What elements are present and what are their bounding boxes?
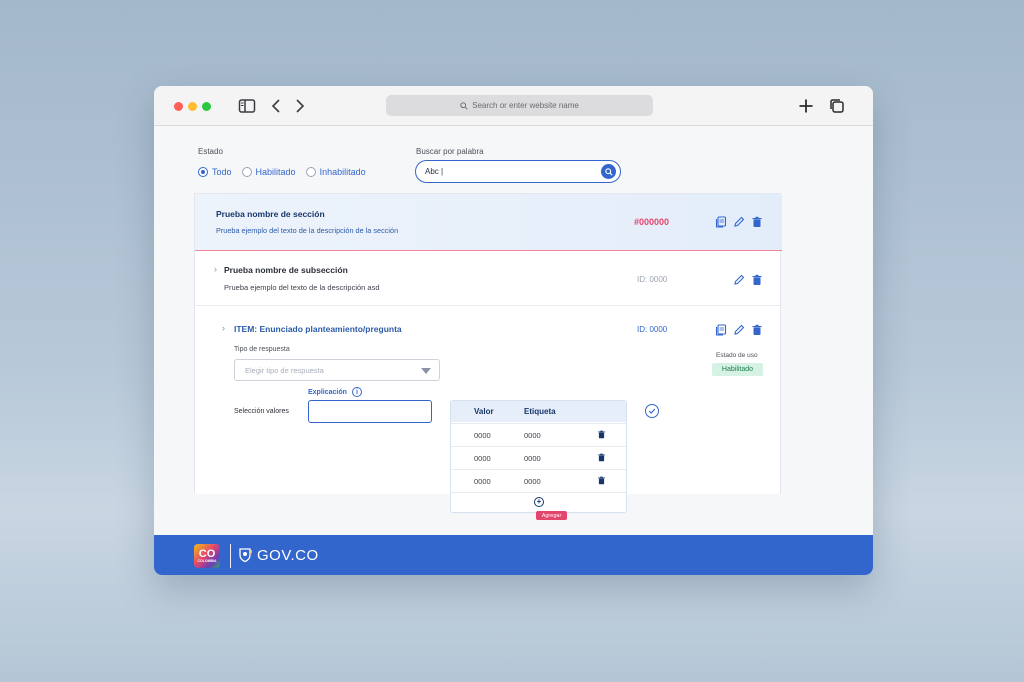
section-description: Prueba ejemplo del texto de la descripci…: [216, 226, 399, 235]
edit-icon[interactable]: [733, 216, 745, 228]
subsection-chevron-icon[interactable]: ›: [214, 264, 217, 274]
confirm-check-icon[interactable]: [645, 404, 659, 418]
cell-etiqueta: 0000: [524, 477, 541, 486]
radio-todo[interactable]: Todo: [198, 167, 232, 177]
radio-habilitado-circle[interactable]: [241, 167, 252, 177]
table-row: 0000 0000: [451, 423, 626, 446]
forward-icon[interactable]: [290, 97, 308, 115]
table-row: 0000 0000: [451, 469, 626, 492]
column-header-valor: Valor: [474, 407, 494, 416]
back-icon[interactable]: [268, 97, 286, 115]
cell-valor: 0000: [474, 477, 491, 486]
section-panel: Prueba nombre de sección Prueba ejemplo …: [194, 193, 782, 520]
add-button[interactable]: Agregar: [536, 511, 567, 520]
values-table-header: Valor Etiqueta: [451, 401, 626, 422]
item-title: ITEM: Enunciado planteamiento/pregunta: [234, 324, 402, 334]
radio-habilitado-label: Habilitado: [255, 167, 296, 177]
cell-etiqueta: 0000: [524, 431, 541, 440]
tipo-respuesta-placeholder: Elegir tipo de respuesta: [245, 365, 324, 375]
status-badge: Habilitado: [712, 363, 763, 376]
cell-valor: 0000: [474, 454, 491, 463]
search-label: Buscar por palabra: [416, 147, 484, 156]
copy-icon[interactable]: [715, 216, 727, 228]
page-content: Estado Todo Habilitado Inhabilitado Busc…: [154, 127, 873, 535]
search-button[interactable]: [601, 164, 616, 179]
copy-icon[interactable]: [715, 324, 727, 336]
column-header-etiqueta: Etiqueta: [524, 407, 556, 416]
explicacion-input[interactable]: [308, 400, 432, 423]
radio-inhabilitado-label: Inhabilitado: [319, 167, 366, 177]
co-colombia-logo: CO COLOMBIA: [194, 544, 220, 568]
trash-icon[interactable]: [751, 274, 763, 286]
minimize-window-button[interactable]: [188, 102, 197, 111]
radio-habilitado[interactable]: Habilitado: [241, 167, 296, 177]
add-icon[interactable]: +: [534, 497, 544, 507]
search-icon: [460, 101, 468, 110]
maximize-window-button[interactable]: [202, 102, 211, 111]
chevron-down-icon: [421, 368, 431, 374]
subsection-id: ID: 0000: [637, 275, 668, 284]
info-icon[interactable]: i: [352, 387, 362, 397]
gov-footer: CO COLOMBIA GOV.CO: [154, 535, 873, 575]
search-input-value: Abc |: [425, 167, 444, 176]
address-placeholder: Search or enter website name: [472, 101, 579, 110]
trash-icon[interactable]: [597, 476, 606, 485]
gov-co-logo-text: GOV.CO: [257, 547, 319, 564]
new-tab-icon[interactable]: [797, 97, 815, 115]
estado-radio-group: Todo Habilitado Inhabilitado: [198, 167, 366, 177]
radio-todo-circle[interactable]: [198, 167, 208, 177]
radio-inhabilitado-circle[interactable]: [305, 167, 316, 177]
cell-etiqueta: 0000: [524, 454, 541, 463]
tabs-overview-icon[interactable]: [828, 97, 846, 115]
trash-icon[interactable]: [751, 216, 763, 228]
co-logo-text: CO: [198, 547, 216, 560]
search-input[interactable]: Abc |: [415, 160, 621, 183]
browser-titlebar: Search or enter website name: [154, 86, 873, 126]
close-window-button[interactable]: [174, 102, 183, 111]
item-chevron-icon[interactable]: ›: [222, 323, 225, 333]
section-code: #000000: [634, 217, 670, 227]
address-bar[interactable]: Search or enter website name: [386, 95, 653, 116]
item-id: ID: 0000: [637, 325, 668, 334]
explicacion-label: Explicación: [308, 389, 347, 396]
estado-label: Estado: [198, 147, 223, 156]
estado-uso-label: Estado de uso: [716, 352, 758, 359]
footer-separator: [230, 544, 231, 568]
tipo-respuesta-select[interactable]: Elegir tipo de respuesta: [234, 359, 440, 381]
subsection-description: Prueba ejemplo del texto de la descripci…: [224, 283, 380, 292]
sidebar-icon[interactable]: [238, 97, 256, 115]
section-title: Prueba nombre de sección: [216, 209, 325, 219]
trash-icon[interactable]: [597, 453, 606, 462]
trash-icon[interactable]: [751, 324, 763, 336]
tipo-respuesta-label: Tipo de respuesta: [234, 346, 290, 353]
check-icon: [648, 408, 656, 414]
coat-of-arms-icon: [239, 548, 252, 563]
magnifier-icon: [604, 167, 613, 176]
seleccion-valores-label: Selección valores: [234, 408, 289, 415]
trash-icon[interactable]: [597, 430, 606, 439]
radio-todo-label: Todo: [212, 167, 232, 177]
browser-window: Search or enter website name Estado Todo…: [154, 86, 873, 575]
edit-icon[interactable]: [733, 324, 745, 336]
table-row: 0000 0000: [451, 446, 626, 469]
section-header[interactable]: Prueba nombre de sección Prueba ejemplo …: [195, 194, 782, 251]
edit-icon[interactable]: [733, 274, 745, 286]
co-logo-subtext: COLOMBIA: [197, 558, 217, 563]
radio-inhabilitado[interactable]: Inhabilitado: [305, 167, 366, 177]
cell-valor: 0000: [474, 431, 491, 440]
subsection-title: Prueba nombre de subsección: [224, 265, 348, 275]
subsection-divider: [195, 305, 782, 306]
